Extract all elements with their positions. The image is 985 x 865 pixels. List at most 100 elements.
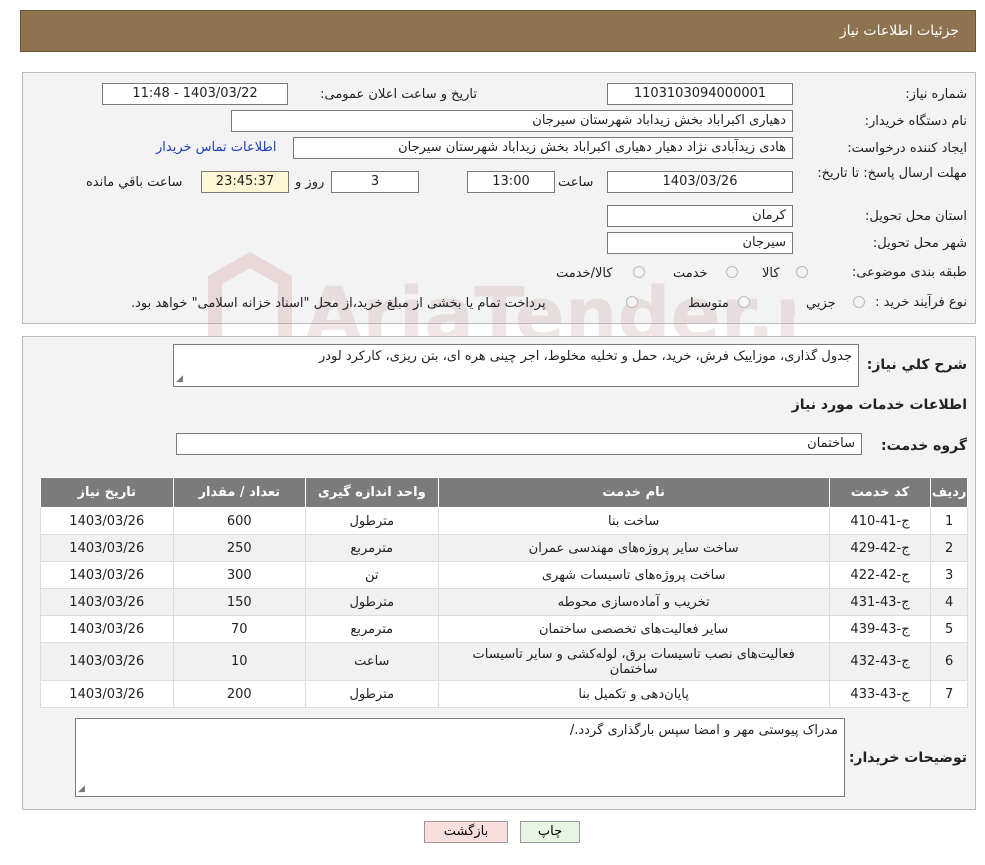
cell-unit: تن [305, 561, 439, 589]
cell-name: ساخت سایر پروژه‌های مهندسی عمران [437, 534, 830, 562]
process-radio-minor[interactable] [853, 296, 865, 308]
cell-qty: 300 [172, 561, 307, 589]
province-field: کرمان [607, 205, 793, 227]
deadline-time-field: 13:00 [467, 171, 555, 193]
cell-name: ساخت پروژه‌های تاسیسات شهری [437, 561, 830, 589]
province-label: استان محل تحویل: [865, 209, 967, 224]
countdown-field: 23:45:37 [201, 171, 289, 193]
cell-row-no: 6 [930, 642, 968, 681]
cell-code: ج-41-410 [828, 507, 932, 535]
resize-grip-icon: ◢ [78, 784, 85, 794]
table-row: 7 ج-43-433 پایان‌دهی و تکمیل بنا مترطول 200 1… [40, 680, 968, 708]
cell-row-no: 5 [930, 615, 968, 643]
process-radio-medium[interactable] [738, 296, 750, 308]
table-header-row: ردیف کد خدمت نام خدمت واحد اندازه گیری ت… [40, 477, 968, 508]
process-option-minor: جزیي [806, 296, 836, 311]
cell-unit: مترطول [305, 507, 439, 535]
cell-date: 1403/03/26 [40, 561, 174, 589]
cell-name: فعالیت‌های نصب تاسیسات برق، لوله‌کشی و س… [437, 642, 830, 681]
category-option-goods: کالا [762, 266, 780, 281]
cell-name: سایر فعالیت‌های تخصصی ساختمان [437, 615, 830, 643]
city-field: سیرجان [607, 232, 793, 254]
cell-code: ج-43-433 [828, 680, 932, 708]
requester-field: هادی زیدآبادی نژاد دهیار دهیاری اکبراباد… [293, 137, 793, 159]
cell-date: 1403/03/26 [40, 680, 174, 708]
category-radio-both[interactable] [633, 266, 645, 278]
category-radio-service[interactable] [726, 266, 738, 278]
days-field: 3 [331, 171, 419, 193]
city-label: شهر محل تحویل: [872, 236, 967, 251]
services-title: اطلاعات خدمات مورد نیاز [791, 397, 967, 413]
resize-grip-icon: ◢ [176, 374, 183, 384]
process-label: نوع فرآیند خرید : [875, 295, 967, 310]
announce-field: 1403/03/22 - 11:48 [102, 83, 288, 105]
cell-qty: 150 [172, 588, 307, 616]
summary-label: شرح کلي نياز: [866, 357, 967, 373]
buyer-org-field: دهیاری اکبراباد بخش زیداباد شهرستان سیرج… [231, 110, 793, 132]
cell-code: ج-43-432 [828, 642, 932, 681]
col-header-unit: واحد اندازه گیری [305, 477, 439, 508]
back-button[interactable]: بازگشت [424, 821, 508, 843]
deadline-time-label: ساعت [558, 175, 594, 190]
cell-name: پایان‌دهی و تکمیل بنا [437, 680, 830, 708]
announce-label: تاریخ و ساعت اعلان عمومی: [320, 87, 477, 102]
cell-qty: 600 [172, 507, 307, 535]
summary-text: جدول گذاری، موزاییک فرش، خرید، حمل و تخل… [318, 349, 852, 364]
buyer-notes-text: مدراک پیوستی مهر و امضا سپس بارگذاری گرد… [569, 723, 838, 738]
buyer-contact-link[interactable]: اطلاعات تماس خریدار [156, 140, 276, 155]
page-header: جزئیات اطلاعات نیاز [20, 10, 976, 52]
cell-date: 1403/03/26 [40, 588, 174, 616]
category-label: طبقه بندی موضوعی: [851, 265, 967, 280]
cell-row-no: 7 [930, 680, 968, 708]
buyer-org-label: نام دستگاه خریدار: [864, 114, 967, 129]
cell-unit: مترطول [305, 588, 439, 616]
cell-code: ج-43-431 [828, 588, 932, 616]
deadline-label: مهلت ارسال پاسخ: تا تاریخ: [817, 166, 967, 181]
need-no-label: شماره نیاز: [905, 87, 967, 102]
cell-date: 1403/03/26 [40, 642, 174, 681]
col-header-qty: تعداد / مقدار [172, 477, 307, 508]
cell-code: ج-42-429 [828, 534, 932, 562]
cell-qty: 70 [172, 615, 307, 643]
services-table: ردیف کد خدمت نام خدمت واحد اندازه گیری ت… [40, 477, 968, 708]
table-row: 1 ج-41-410 ساخت بنا مترطول 600 1403/03/26 [40, 507, 968, 535]
cell-date: 1403/03/26 [40, 534, 174, 562]
need-no-field: 1103103094000001 [607, 83, 793, 105]
cell-unit: مترمربع [305, 615, 439, 643]
col-header-date: تاریخ نیاز [40, 477, 174, 508]
table-row: 4 ج-43-431 تخریب و آماده‌سازی محوطه مترطول 1… [40, 588, 968, 616]
cell-code: ج-43-439 [828, 615, 932, 643]
services-table-wrap: ردیف کد خدمت نام خدمت واحد اندازه گیری ت… [40, 477, 968, 708]
summary-textarea[interactable]: جدول گذاری، موزاییک فرش، خرید، حمل و تخل… [173, 344, 859, 387]
cell-name: تخریب و آماده‌سازی محوطه [437, 588, 830, 616]
cell-unit: مترمربع [305, 534, 439, 562]
col-header-row-no: ردیف [930, 477, 968, 508]
table-row: 5 ج-43-439 سایر فعالیت‌های تخصصی ساختمان مت… [40, 615, 968, 643]
col-header-name: نام خدمت [437, 477, 830, 508]
page-title: جزئیات اطلاعات نیاز [839, 23, 959, 39]
cell-qty: 200 [172, 680, 307, 708]
process-option-medium: متوسط [688, 296, 729, 311]
service-group-label: گروه خدمت: [881, 438, 967, 454]
col-header-code: کد خدمت [828, 477, 932, 508]
cell-qty: 250 [172, 534, 307, 562]
table-row: 3 ج-42-422 ساخت پروژه‌های تاسیسات شهری تن 30… [40, 561, 968, 589]
cell-unit: مترطول [305, 680, 439, 708]
cell-row-no: 1 [930, 507, 968, 535]
category-radio-goods[interactable] [796, 266, 808, 278]
category-option-service: خدمت [673, 266, 708, 281]
table-row: 2 ج-42-429 ساخت سایر پروژه‌های مهندسی عمرا… [40, 534, 968, 562]
process-note: پرداخت تمام یا بخشی از مبلغ خرید،از محل … [131, 296, 546, 311]
days-label: روز و [295, 175, 325, 190]
category-option-both: کالا/خدمت [556, 266, 613, 281]
treasury-checkbox[interactable] [626, 296, 638, 308]
cell-name: ساخت بنا [437, 507, 830, 535]
buyer-notes-textarea[interactable]: مدراک پیوستی مهر و امضا سپس بارگذاری گرد… [75, 718, 845, 797]
cell-row-no: 2 [930, 534, 968, 562]
deadline-date-field: 1403/03/26 [607, 171, 793, 193]
cell-code: ج-42-422 [828, 561, 932, 589]
print-button[interactable]: چاپ [520, 821, 580, 843]
table-row: 6 ج-43-432 فعالیت‌های نصب تاسیسات برق، لول… [40, 642, 968, 681]
remaining-label: ساعت باقي مانده [86, 175, 183, 190]
requester-label: ایجاد کننده درخواست: [847, 141, 967, 156]
